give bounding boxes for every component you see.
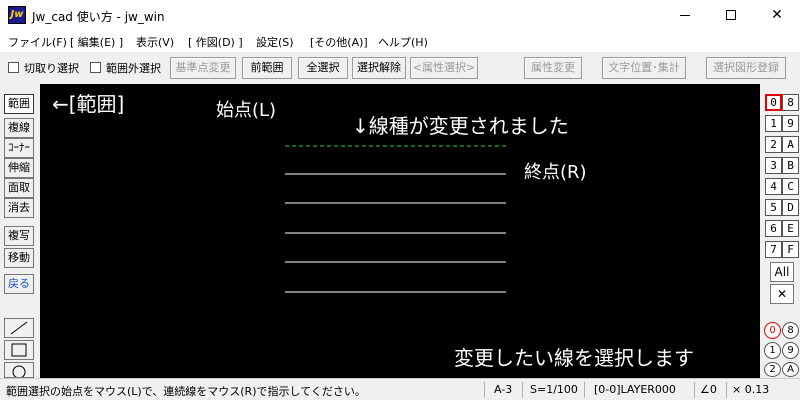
layer-button-3[interactable]: 3	[765, 157, 782, 174]
layer-button-9[interactable]: 9	[782, 115, 799, 132]
layer-button-f[interactable]: F	[782, 241, 799, 258]
menu-edit[interactable]: [ 編集(E) ]	[70, 34, 123, 50]
rectangle-tool-button[interactable]	[4, 340, 34, 360]
extend-tool-button[interactable]: 伸縮	[4, 158, 34, 178]
end-point-label: 終点(R)	[524, 162, 587, 183]
copy-tool-button[interactable]: 複写	[4, 226, 34, 246]
left-tool-strip: 範囲 複線 ｺｰﾅｰ 伸縮 面取 消去 複写 移動 戻る	[0, 84, 40, 379]
layer-button-0[interactable]: 0	[765, 94, 782, 111]
attribute-select-button[interactable]: <属性選択>	[410, 57, 478, 79]
status-bar: 範囲選択の始点をマウス(L)で、連続線をマウス(R)で指示してください。 A-3…	[0, 378, 800, 400]
scale-display[interactable]: S=1/100	[530, 383, 578, 396]
start-point-label: 始点(L)	[216, 100, 277, 121]
menu-view[interactable]: 表示(V)	[136, 34, 174, 50]
title-bar: Jw Jw_cad 使い方 - jw_win ✕	[0, 0, 800, 30]
menu-settings[interactable]: 設定(S)	[256, 34, 294, 50]
layer-button-a[interactable]: A	[782, 136, 799, 153]
erase-tool-button[interactable]: 消去	[4, 198, 34, 218]
chamfer-tool-button[interactable]: 面取	[4, 178, 34, 198]
range-mode-label: ←[範囲]	[52, 92, 125, 116]
cross-icon: ✕	[776, 287, 788, 301]
layer-button-4[interactable]: 4	[765, 178, 782, 195]
maximize-button[interactable]	[708, 0, 754, 30]
select-all-button[interactable]: 全選択	[298, 57, 348, 79]
group-button-1[interactable]: 1	[764, 342, 781, 359]
layer-button-7[interactable]: 7	[765, 241, 782, 258]
angle-display[interactable]: ∠0	[700, 383, 717, 396]
select-line-instruction: 変更したい線を選択します	[454, 346, 694, 370]
menu-other[interactable]: [その他(A)]	[310, 34, 368, 50]
jw-app-icon: Jw	[8, 6, 26, 24]
layer-cross-button[interactable]: ✕	[770, 284, 794, 304]
layer-button-5[interactable]: 5	[765, 199, 782, 216]
zoom-factor[interactable]: × 0.13	[732, 383, 769, 396]
group-button-a[interactable]: A	[782, 362, 799, 377]
circle-tool-button[interactable]	[4, 362, 34, 379]
minimize-icon	[680, 14, 690, 16]
menu-draw[interactable]: [ 作図(D) ]	[188, 34, 243, 50]
layer-button-b[interactable]: B	[782, 157, 799, 174]
outside-select-label[interactable]: 範囲外選択	[106, 60, 161, 76]
toolbar: 切取り選択 範囲外選択 基準点変更 前範囲 全選択 選択解除 <属性選択> 属性…	[0, 52, 800, 84]
corner-tool-button[interactable]: ｺｰﾅｰ	[4, 138, 34, 158]
close-button[interactable]: ✕	[754, 0, 800, 30]
status-divider	[484, 382, 485, 398]
register-shape-button[interactable]: 選択図形登録	[706, 57, 786, 79]
group-button-9[interactable]: 9	[782, 342, 799, 359]
cancel-select-button[interactable]: 選択解除	[352, 57, 406, 79]
maximize-icon	[726, 10, 736, 20]
current-layer[interactable]: [0-0]LAYER000	[594, 383, 676, 396]
base-point-change-button[interactable]: 基準点変更	[170, 57, 236, 79]
layer-button-2[interactable]: 2	[765, 136, 782, 153]
group-button-8[interactable]: 8	[782, 322, 799, 339]
close-icon: ✕	[771, 7, 783, 23]
minimize-button[interactable]	[662, 0, 708, 30]
layer-button-1[interactable]: 1	[765, 115, 782, 132]
layer-button-d[interactable]: D	[782, 199, 799, 216]
prev-range-button[interactable]: 前範囲	[242, 57, 292, 79]
window-title: Jw_cad 使い方 - jw_win	[32, 10, 165, 24]
rectangle-icon	[11, 343, 27, 357]
cut-select-checkbox[interactable]	[8, 62, 19, 73]
group-button-0[interactable]: 0	[764, 322, 781, 339]
status-divider	[726, 382, 727, 398]
menu-bar: ファイル(F) [ 編集(E) ] 表示(V) [ 作図(D) ] 設定(S) …	[0, 30, 800, 52]
paper-size[interactable]: A-3	[494, 383, 512, 396]
line-type-changed-note: ↓線種が変更されました	[352, 114, 569, 138]
cut-select-label[interactable]: 切取り選択	[24, 60, 79, 76]
attribute-change-button[interactable]: 属性変更	[524, 57, 582, 79]
status-message: 範囲選択の始点をマウス(L)で、連続線をマウス(R)で指示してください。	[6, 385, 366, 398]
drawing-canvas[interactable]: ←[範囲] 始点(L) ↓線種が変更されました 終点(R) 変更したい線を選択し…	[40, 84, 760, 378]
all-layers-button[interactable]: All	[770, 262, 794, 282]
layer-button-8[interactable]: 8	[782, 94, 799, 111]
layer-button-6[interactable]: 6	[765, 220, 782, 237]
range-tool-button[interactable]: 範囲	[4, 94, 34, 114]
move-tool-button[interactable]: 移動	[4, 248, 34, 268]
line-tool-button[interactable]	[4, 318, 34, 338]
circle-icon	[12, 365, 26, 379]
layer-button-e[interactable]: E	[782, 220, 799, 237]
outside-select-checkbox[interactable]	[90, 62, 101, 73]
multi-line-tool-button[interactable]: 複線	[4, 118, 34, 138]
layer-button-c[interactable]: C	[782, 178, 799, 195]
status-divider	[694, 382, 695, 398]
menu-file[interactable]: ファイル(F)	[8, 34, 67, 50]
text-position-total-button[interactable]: 文字位置･集計	[602, 57, 686, 79]
status-divider	[522, 382, 523, 398]
undo-button[interactable]: 戻る	[4, 274, 34, 294]
group-button-2[interactable]: 2	[764, 362, 781, 377]
status-divider	[584, 382, 585, 398]
menu-help[interactable]: ヘルプ(H)	[378, 34, 428, 50]
layer-strip: 0 8 1 9 2 A 3 B 4 C 5 D 6 E 7 F All ✕ 0 …	[760, 84, 800, 378]
line-icon	[10, 321, 28, 335]
